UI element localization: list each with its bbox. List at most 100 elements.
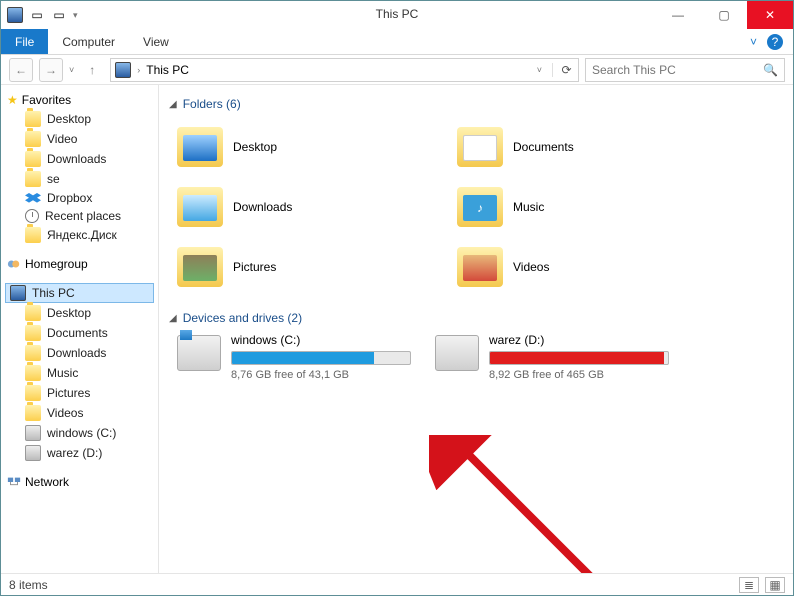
drive-meta: warez (D:) 8,92 GB free of 465 GB [489,333,669,381]
items-view[interactable]: ◢ Folders (6) Desktop Documents Download… [159,85,793,573]
folder-icon [25,385,41,401]
drive-icon [25,425,41,441]
qat-newfolder-icon[interactable]: ▭ [51,7,67,23]
search-box[interactable]: 🔍 [585,58,785,82]
sidebar-item-pc-c[interactable]: windows (C:) [5,423,154,443]
homegroup-icon [7,257,21,271]
tree-homegroup-header[interactable]: Homegroup [5,255,154,273]
folder-tile-videos[interactable]: Videos [457,239,707,295]
annotation-arrow [429,435,649,573]
maximize-button[interactable]: ▢ [701,1,747,29]
recent-icon [25,209,39,223]
folder-icon: ♪ [457,187,503,227]
drive-icon [177,335,221,371]
folder-tile-downloads[interactable]: Downloads [177,179,427,235]
group-header-folders[interactable]: ◢ Folders (6) [169,97,783,111]
sidebar-item-pc-desktop[interactable]: Desktop [5,303,154,323]
folder-icon [457,247,503,287]
folder-tile-pictures[interactable]: Pictures [177,239,427,295]
help-icon[interactable]: ? [767,34,783,50]
breadcrumb-sep[interactable]: › [137,65,140,75]
drive-tile-c[interactable]: windows (C:) 8,76 GB free of 43,1 GB [177,333,427,381]
folder-tile-music[interactable]: ♪Music [457,179,707,235]
homegroup-label: Homegroup [25,257,88,271]
sidebar-item-downloads[interactable]: Downloads [5,149,154,169]
tree-thispc-header[interactable]: This PC [5,283,154,303]
titlebar: ▭ ▭ ▾ This PC — ▢ ✕ [1,1,793,29]
sidebar-item-pc-videos[interactable]: Videos [5,403,154,423]
sidebar-item-pc-music[interactable]: Music [5,363,154,383]
minimize-button[interactable]: — [655,1,701,29]
ribbon-collapse-icon[interactable]: ˅ [750,35,757,49]
folder-icon [177,187,223,227]
drive-meta: windows (C:) 8,76 GB free of 43,1 GB [231,333,411,381]
sidebar-item-video[interactable]: Video [5,129,154,149]
folder-icon [25,131,41,147]
tab-file[interactable]: File [1,29,48,54]
breadcrumb-location[interactable]: This PC [146,63,189,77]
folder-icon [177,127,223,167]
folder-icon [25,325,41,341]
tab-view[interactable]: View [129,29,183,54]
view-switcher: ≣ ▦ [739,577,785,593]
sidebar-item-pc-downloads[interactable]: Downloads [5,343,154,363]
network-label: Network [25,475,69,489]
sidebar-item-dropbox[interactable]: Dropbox [5,189,154,207]
folder-tile-desktop[interactable]: Desktop [177,119,427,175]
folder-icon [25,111,41,127]
folder-tile-documents[interactable]: Documents [457,119,707,175]
back-button[interactable]: ← [9,58,33,82]
thispc-label: This PC [32,286,75,300]
location-icon [115,62,131,78]
forward-button[interactable]: → [39,58,63,82]
folder-icon [457,127,503,167]
tab-computer[interactable]: Computer [48,29,129,54]
tree-network-header[interactable]: Network [5,473,154,491]
folder-icon [25,405,41,421]
group-header-drives[interactable]: ◢ Devices and drives (2) [169,311,783,325]
group-drives-label: Devices and drives (2) [183,311,302,325]
drive-tile-d[interactable]: warez (D:) 8,92 GB free of 465 GB [435,333,685,381]
tree-network-group: Network [5,473,154,491]
system-menu-icon[interactable] [7,7,23,23]
star-icon: ★ [7,93,18,107]
status-text: 8 items [9,578,48,592]
folder-icon [25,227,41,243]
network-icon [7,475,21,489]
group-folders-label: Folders (6) [183,97,241,111]
drive-icon [435,335,479,371]
folder-icon [25,171,41,187]
qat-properties-icon[interactable]: ▭ [29,7,45,23]
drive-label: windows (C:) [231,333,411,347]
view-icons-button[interactable]: ▦ [765,577,785,593]
sidebar-item-pc-pictures[interactable]: Pictures [5,383,154,403]
view-details-button[interactable]: ≣ [739,577,759,593]
status-bar: 8 items ≣ ▦ [1,573,793,595]
address-toolbar: ← → ˅ ↑ › This PC ˅ ⟳ 🔍 [1,55,793,85]
sidebar-item-se[interactable]: se [5,169,154,189]
search-input[interactable] [592,63,763,77]
folder-icon [25,151,41,167]
tree-favorites-header[interactable]: ★ Favorites [5,91,154,109]
close-button[interactable]: ✕ [747,1,793,29]
sidebar-item-pc-d[interactable]: warez (D:) [5,443,154,463]
folder-icon [25,345,41,361]
search-icon: 🔍 [763,63,778,77]
sidebar-item-yandex[interactable]: Яндекс.Диск [5,225,154,245]
tree-homegroup-group: Homegroup [5,255,154,273]
history-dropdown-icon[interactable]: ˅ [69,65,74,75]
sidebar-item-pc-documents[interactable]: Documents [5,323,154,343]
drive-free-text: 8,92 GB free of 465 GB [489,369,669,381]
folder-icon [177,247,223,287]
drive-usage-bar [489,351,669,365]
qat-customize-icon[interactable]: ▾ [73,10,78,21]
up-button[interactable]: ↑ [80,58,104,82]
drive-usage-bar [231,351,411,365]
sidebar-item-desktop[interactable]: Desktop [5,109,154,129]
refresh-button[interactable]: ⟳ [552,63,574,77]
content-area: ★ Favorites Desktop Video Downloads se D… [1,85,793,573]
sidebar-item-recent[interactable]: Recent places [5,207,154,225]
address-history-icon[interactable]: ˅ [537,65,542,75]
navigation-pane[interactable]: ★ Favorites Desktop Video Downloads se D… [1,85,159,573]
address-bar[interactable]: › This PC ˅ ⟳ [110,58,579,82]
